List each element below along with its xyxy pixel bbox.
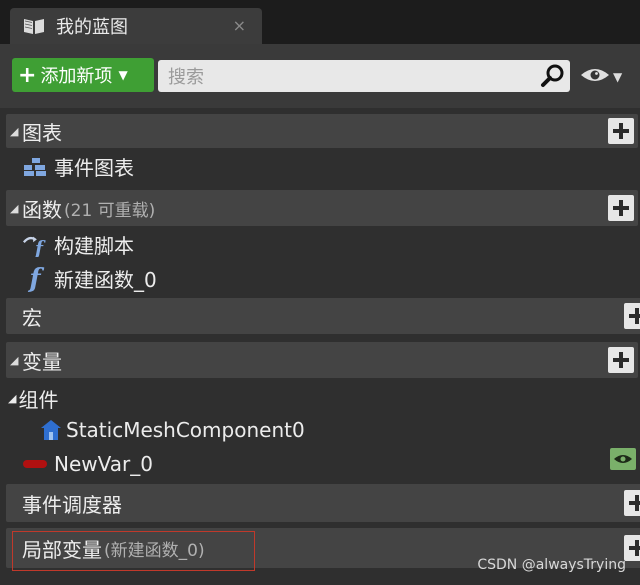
close-icon[interactable]: ×	[233, 16, 246, 35]
expand-arrow-icon[interactable]: ◢	[10, 354, 22, 367]
plus-icon: +	[18, 62, 37, 88]
item-label: NewVar_0	[54, 452, 153, 476]
tab-title: 我的蓝图	[56, 17, 128, 38]
variable-pill-icon	[22, 453, 48, 475]
item-label: 事件图表	[54, 156, 134, 180]
component-icon	[40, 419, 62, 441]
expand-arrow-icon[interactable]: ◢	[8, 392, 16, 405]
annotation-highlight-box	[12, 531, 255, 571]
list-item-event-graph[interactable]: 事件图表	[22, 152, 134, 181]
add-macro-button[interactable]	[624, 303, 640, 329]
section-functions[interactable]: ◢ 函数 (21 可重载)	[6, 190, 638, 226]
book-icon	[22, 16, 46, 36]
section-label: 函数	[22, 197, 62, 222]
event-graph-icon	[22, 156, 48, 178]
list-item-construction-script[interactable]: f 构建脚本	[22, 230, 134, 259]
add-dispatcher-button[interactable]	[624, 490, 640, 516]
add-local-variable-button[interactable]	[624, 535, 640, 561]
section-graphs[interactable]: ◢ 图表	[6, 114, 638, 148]
add-new-button[interactable]: + 添加新项 ▼	[12, 58, 154, 92]
chevron-down-icon: ▼	[613, 70, 623, 84]
construction-script-icon: f	[22, 234, 48, 257]
components-category[interactable]: ◢ 组件	[8, 384, 58, 413]
function-icon: f	[29, 263, 41, 294]
section-label: 变量	[22, 349, 62, 374]
eye-icon	[613, 450, 633, 469]
add-function-button[interactable]	[608, 195, 634, 221]
section-sublabel: (21 可重载)	[64, 200, 156, 221]
watermark: CSDN @alwaysTrying	[477, 557, 626, 573]
tab-my-blueprint[interactable]: 我的蓝图 ×	[10, 8, 262, 44]
list-item-new-function[interactable]: f 新建函数_0	[22, 263, 157, 294]
list-item-static-mesh-component[interactable]: StaticMeshComponent0	[40, 418, 305, 442]
add-graph-button[interactable]	[608, 118, 634, 144]
tab-bar: 我的蓝图 ×	[0, 0, 640, 44]
section-label: 事件调度器	[22, 492, 122, 517]
category-label: 组件	[18, 388, 59, 412]
visibility-toggle-button[interactable]	[610, 448, 636, 470]
section-event-dispatchers[interactable]: 事件调度器	[6, 484, 640, 522]
view-options-button[interactable]: ▼	[580, 66, 622, 88]
section-label: 宏	[22, 305, 42, 330]
section-label: 图表	[22, 120, 62, 145]
item-label: 新建函数_0	[54, 268, 157, 292]
toolbar: + 添加新项 ▼ ▼	[0, 44, 640, 108]
item-label: 构建脚本	[54, 234, 134, 258]
blueprint-panel: ◢ 图表 事件图表 ◢ 函数 (21 可重载) f 构建脚本 f 新建函数_0 …	[0, 108, 640, 585]
expand-arrow-icon[interactable]: ◢	[10, 125, 22, 138]
search-input[interactable]	[166, 64, 540, 90]
chevron-down-icon: ▼	[118, 68, 128, 82]
list-item-newvar[interactable]: NewVar_0	[22, 452, 153, 476]
expand-arrow-icon[interactable]: ◢	[10, 202, 22, 215]
search-box	[158, 60, 570, 92]
search-icon[interactable]	[540, 63, 566, 93]
section-variables[interactable]: ◢ 变量	[6, 342, 638, 378]
item-label: StaticMeshComponent0	[66, 418, 305, 442]
svg-text:f: f	[33, 238, 46, 257]
section-macros[interactable]: 宏	[6, 298, 640, 334]
eye-icon	[580, 66, 610, 88]
add-variable-button[interactable]	[608, 347, 634, 373]
add-new-label: 添加新项	[40, 66, 113, 87]
